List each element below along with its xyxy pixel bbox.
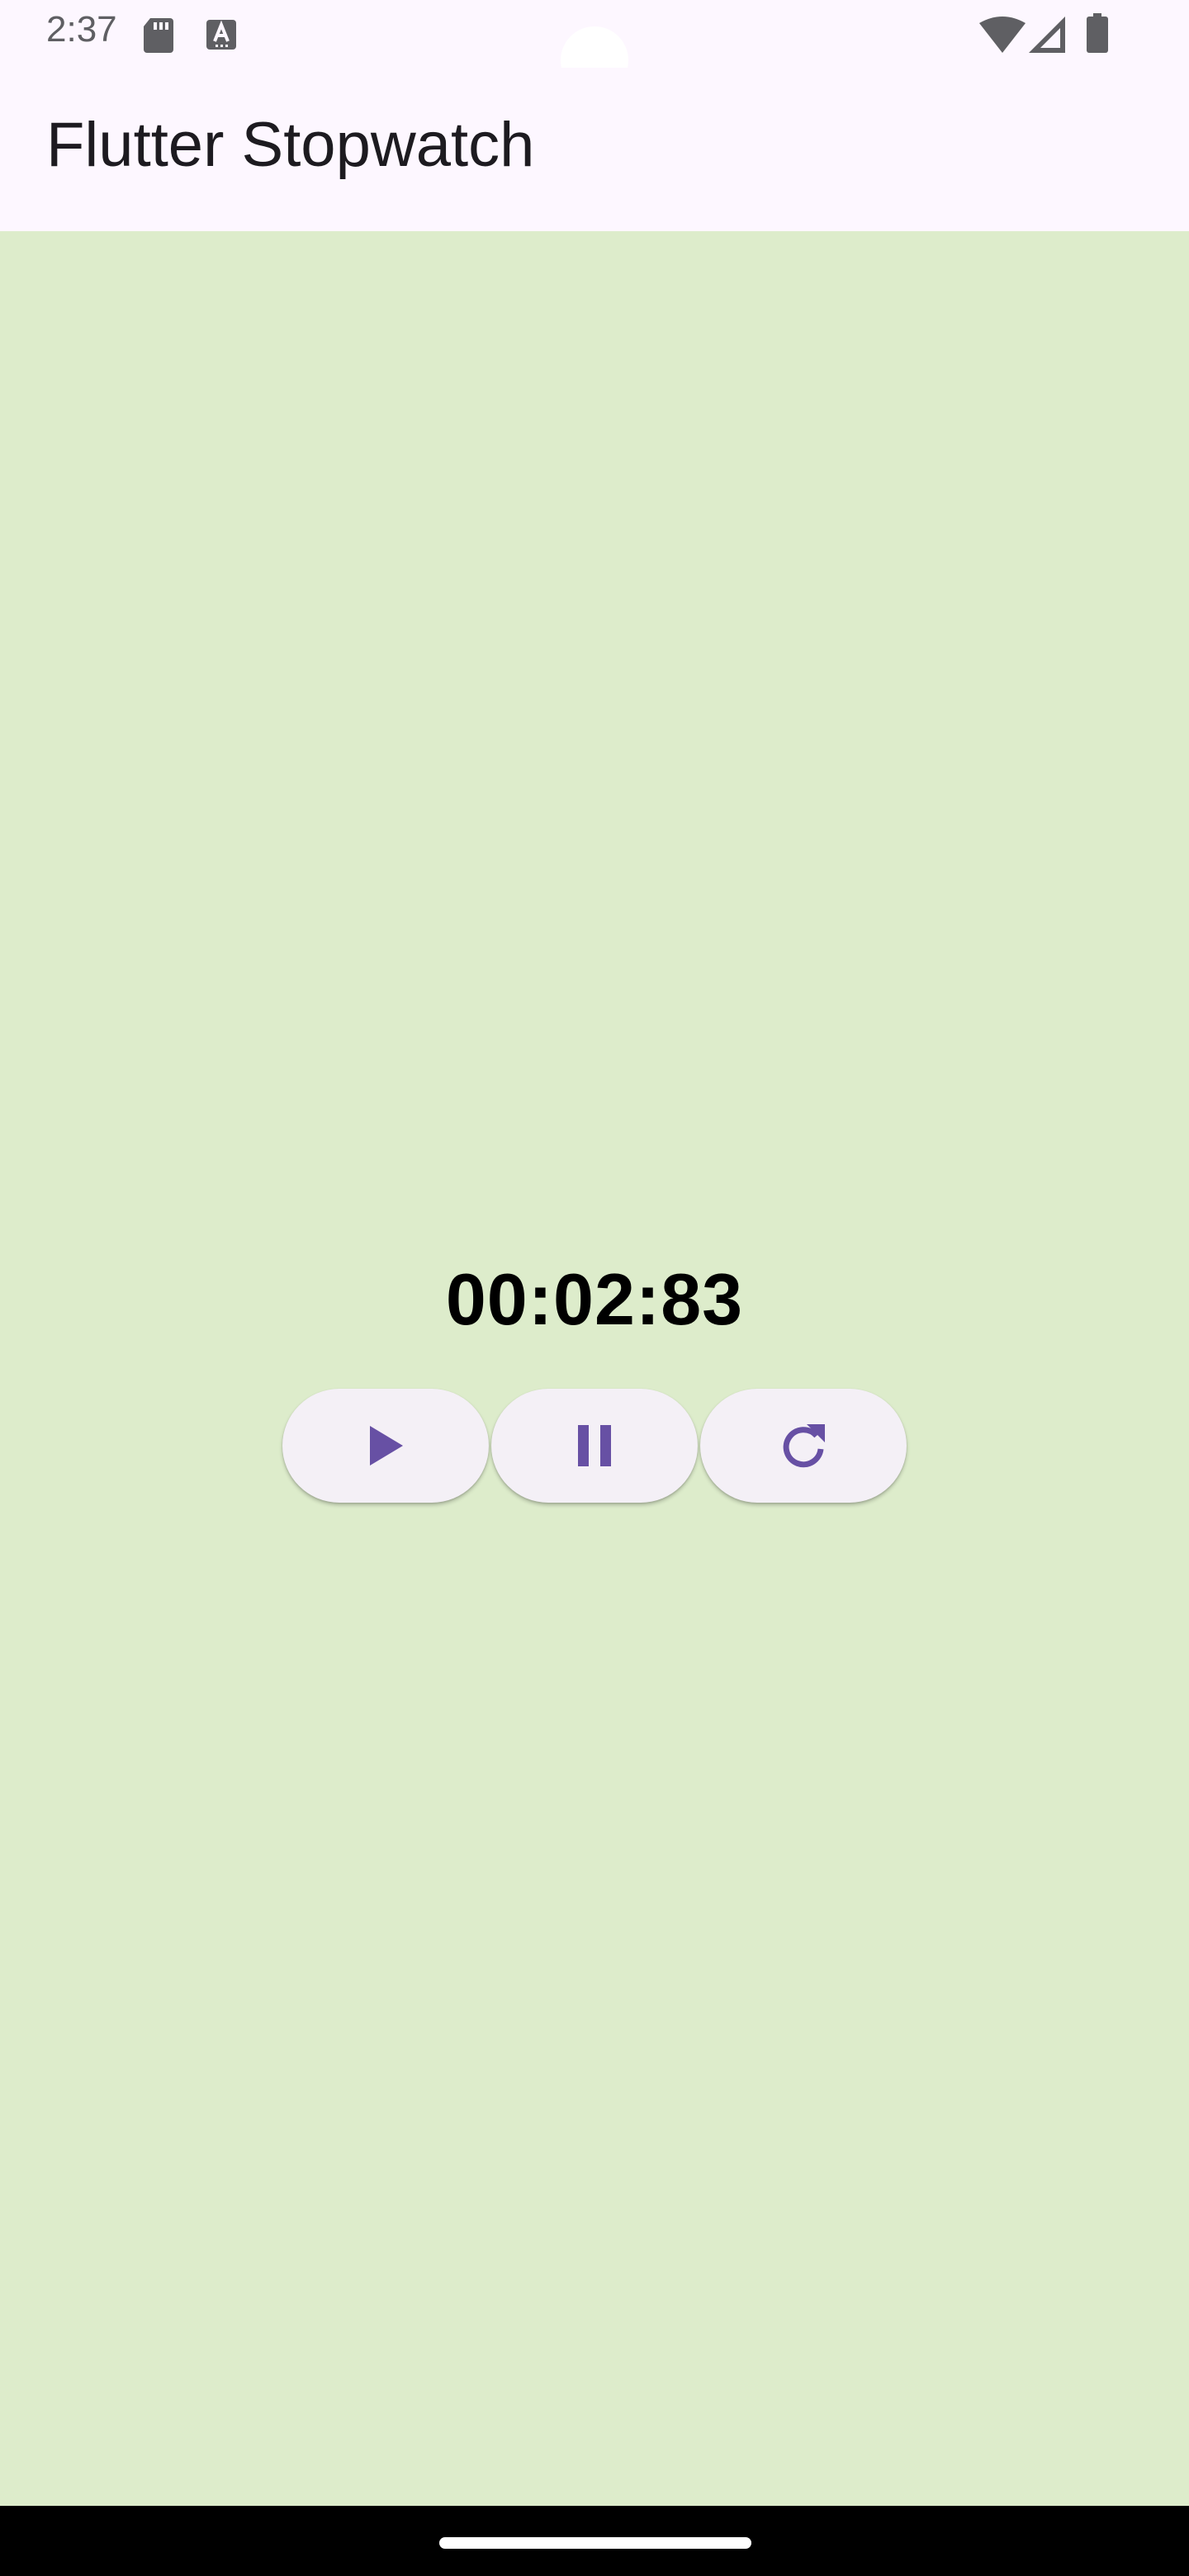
start-button[interactable]	[282, 1389, 489, 1503]
navigation-bar	[0, 2506, 1189, 2576]
elapsed-time-display: 00:02:83	[445, 1258, 744, 1340]
app-title: Flutter Stopwatch	[46, 110, 535, 180]
reset-button[interactable]	[700, 1389, 907, 1503]
app-bar: Flutter Stopwatch	[0, 68, 1189, 231]
battery-icon	[1087, 13, 1108, 53]
pause-button[interactable]	[491, 1389, 698, 1503]
signal-icon	[1029, 17, 1065, 53]
sd-card-icon	[144, 18, 173, 53]
stopwatch-body: 00:02:83	[0, 231, 1189, 2506]
controls-row	[282, 1389, 907, 1504]
play-icon	[370, 1426, 403, 1466]
refresh-icon	[783, 1424, 825, 1468]
keyboard-a-icon	[206, 20, 236, 50]
status-time: 2:37	[46, 9, 117, 50]
pause-icon	[578, 1425, 611, 1466]
home-gesture-handle[interactable]	[439, 2537, 751, 2549]
wifi-icon	[979, 17, 1026, 53]
